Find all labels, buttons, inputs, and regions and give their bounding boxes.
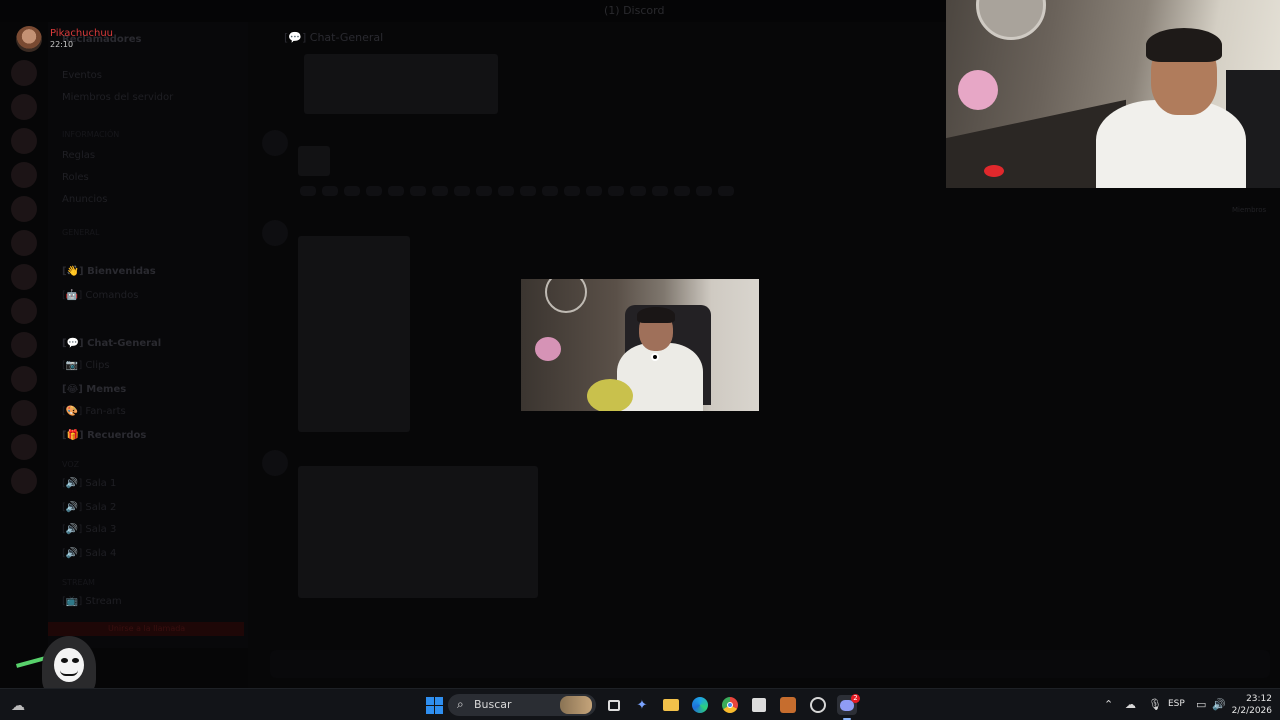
avatar[interactable] (262, 450, 288, 476)
channel-item[interactable]: [🎨] Fan-arts (62, 406, 126, 417)
avatar[interactable] (16, 26, 42, 52)
server-icon[interactable] (11, 196, 37, 222)
search-icon: ⌕ (457, 697, 464, 711)
channel-item[interactable]: [📷] Clips (62, 360, 110, 371)
microphone-icon[interactable]: 🎙 (1148, 698, 1162, 711)
search-input[interactable]: ⌕ Buscar (448, 694, 596, 716)
call-banner[interactable]: Unirse a la llamada (48, 622, 244, 636)
server-icon[interactable] (11, 468, 37, 494)
notification-badge: 2 (851, 694, 860, 703)
server-rail (0, 22, 48, 662)
channel-item[interactable]: [🤖] Comandos (62, 290, 138, 301)
chevron-up-icon[interactable]: ⌃ (1104, 698, 1113, 711)
channel-item[interactable]: Miembros del servidor (62, 92, 173, 103)
voice-channel[interactable]: [🔊] Sala 4 (62, 548, 116, 559)
language-indicator[interactable]: ESP (1168, 699, 1185, 709)
channel-title: [💬] Chat-General (284, 31, 384, 44)
search-highlight-icon (560, 696, 592, 714)
image-preview[interactable] (521, 279, 759, 411)
channel-item[interactable]: [🎁] Recuerdos (62, 430, 146, 441)
server-icon[interactable] (11, 400, 37, 426)
server-icon[interactable] (11, 298, 37, 324)
volume-icon[interactable]: 🔊 (1212, 698, 1226, 711)
message-attachment[interactable] (298, 236, 410, 432)
message-attachment[interactable] (298, 466, 538, 598)
call-banner-text: Unirse a la llamada (108, 624, 186, 633)
channel-category[interactable]: VOZ (62, 460, 79, 469)
avatar[interactable] (262, 130, 288, 156)
taskbar: ☁ ⌕ Buscar ✦ 2 ⌃ ☁ 🎙 ESP ▭ 🔊 23:12 2/2/2… (0, 688, 1280, 720)
weather-icon[interactable]: ☁ (8, 696, 28, 716)
clock-time: 23:12 (1246, 694, 1272, 704)
server-icon[interactable] (11, 230, 37, 256)
streamer-time: 22:10 (50, 40, 74, 49)
voice-channel[interactable]: [🔊] Sala 1 (62, 478, 116, 489)
members-label[interactable]: Miembros (1232, 206, 1266, 214)
channel-item[interactable]: Reglas (62, 150, 95, 161)
file-explorer-icon[interactable] (661, 695, 681, 715)
channel-category[interactable]: INFORMACIÓN (62, 130, 119, 139)
channel-list: Reclamadores Eventos Miembros del servid… (48, 22, 248, 662)
channel-item-active[interactable]: [💬] Chat-General (62, 338, 161, 349)
message-attachment[interactable] (304, 54, 498, 114)
user-panel (0, 648, 248, 688)
edge-icon[interactable] (690, 695, 710, 715)
server-icon[interactable] (11, 94, 37, 120)
server-icon[interactable] (11, 264, 37, 290)
steam-icon[interactable] (808, 695, 828, 715)
streamer-name: Pikachuchuu (50, 28, 114, 39)
channel-category[interactable]: STREAM (62, 578, 95, 587)
message-input[interactable] (270, 650, 1270, 678)
voice-channel[interactable]: [🔊] Sala 3 (62, 524, 116, 535)
server-icon[interactable] (11, 332, 37, 358)
game-icon[interactable] (778, 695, 798, 715)
clock[interactable]: 23:12 2/2/2026 (1226, 693, 1272, 717)
server-icon[interactable] (11, 366, 37, 392)
window-title: (1) Discord (604, 4, 665, 17)
webcam-overlay (946, 0, 1280, 188)
channel-item[interactable]: Anuncios (62, 194, 107, 205)
network-icon[interactable]: ▭ (1196, 698, 1206, 711)
onedrive-icon[interactable]: ☁ (1125, 698, 1136, 711)
voice-channel[interactable]: [🔊] Sala 2 (62, 502, 116, 513)
server-icon[interactable] (11, 60, 37, 86)
store-icon[interactable] (749, 695, 769, 715)
chat-header: [💬] Chat-General (248, 22, 948, 54)
channel-item[interactable]: [📺] Stream (62, 596, 122, 607)
reaction-row[interactable] (300, 186, 800, 196)
channel-item[interactable]: [😂] Memes (62, 384, 126, 395)
clock-date: 2/2/2026 (1231, 706, 1272, 716)
search-label: Buscar (474, 698, 512, 711)
channel-item[interactable]: [👋] Bienvenidas (62, 266, 156, 277)
message-attachment[interactable] (298, 146, 330, 176)
server-icon[interactable] (11, 434, 37, 460)
mouse-cursor (651, 353, 659, 361)
channel-item[interactable]: Roles (62, 172, 89, 183)
channel-item[interactable]: Eventos (62, 70, 102, 81)
channel-category[interactable]: GENERAL (62, 228, 99, 237)
server-icon[interactable] (11, 128, 37, 154)
start-icon[interactable] (424, 695, 444, 715)
copilot-icon[interactable]: ✦ (632, 695, 652, 715)
avatar[interactable] (262, 220, 288, 246)
task-view-icon[interactable] (604, 695, 624, 715)
server-icon[interactable] (11, 162, 37, 188)
chrome-icon[interactable] (720, 695, 740, 715)
